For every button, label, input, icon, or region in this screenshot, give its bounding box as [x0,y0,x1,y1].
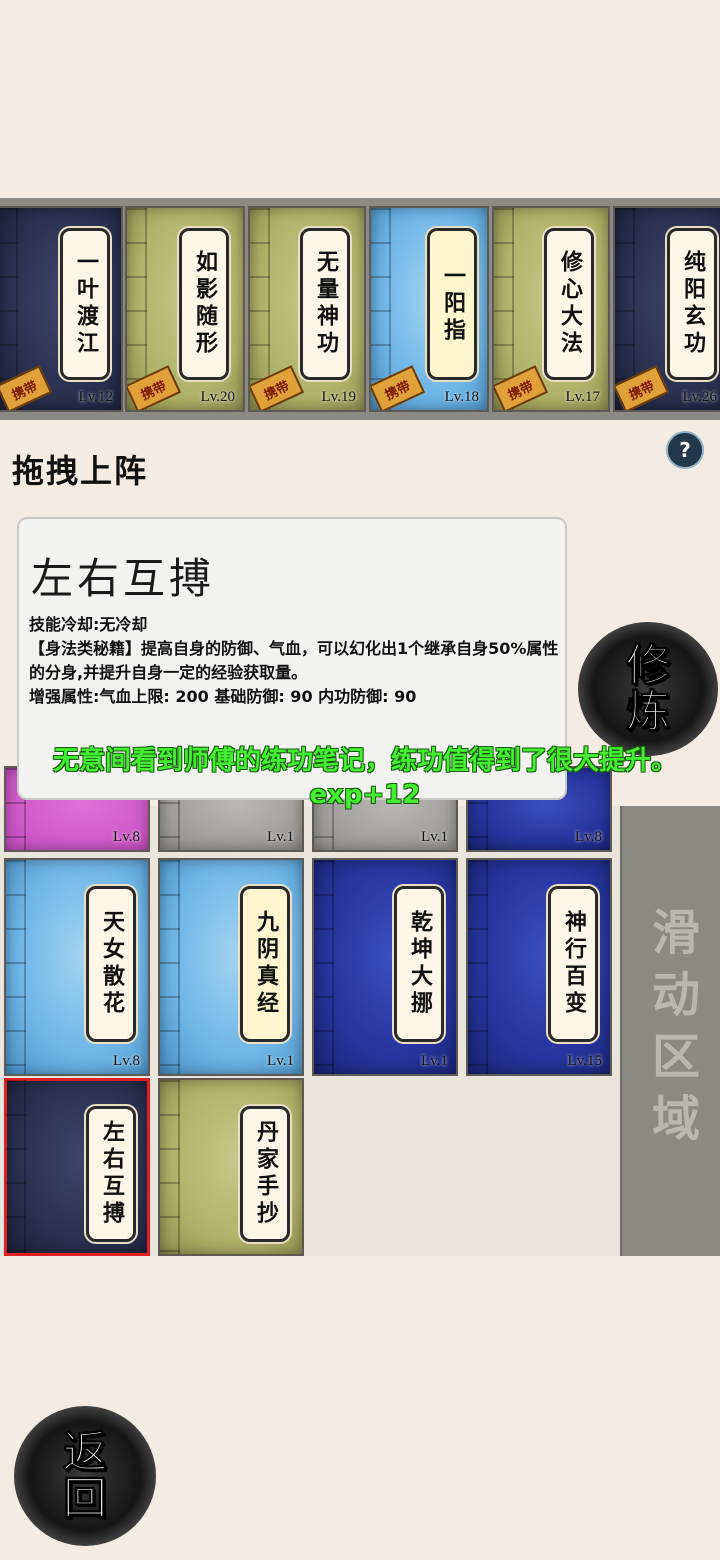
book-title-scroll: 九阴真经 [240,886,290,1042]
book-level: Lv.15 [567,1053,602,1069]
drag-deploy-title: 拖拽上阵 [12,452,149,490]
equipped-book[interactable]: 如影随形 携带 Lv.20 [125,206,245,412]
skill-cooldown: 技能冷却:无冷却 [29,615,148,634]
book-title: 左右互搏 [99,1120,124,1228]
skill-desc: 【身法类秘籍】提高自身的防御、气血，可以幻化出1个继承自身50%属性的分身,并提… [29,639,559,682]
skill-attrs: 增强属性:气血上限: 200 基础防御: 90 内功防御: 90 [29,687,417,706]
book-level: Lv.20 [200,389,235,405]
carry-badge: 携带 [250,365,305,410]
library-book[interactable]: 神行百变 Lv.15 [466,858,612,1076]
cultivate-char: 炼 [626,686,671,737]
book-title-scroll: 如影随形 [179,228,229,380]
book-title-scroll: 神行百变 [548,886,598,1042]
book-level: Lv.17 [565,389,600,405]
book-level: Lv.18 [444,389,479,405]
library-book[interactable]: 天女散花 Lv.8 [4,858,150,1076]
book-title: 神行百变 [561,910,586,1018]
help-button[interactable]: ? [666,431,704,469]
equipped-skill-strip[interactable]: 一叶渡江 携带 Lv.12 如影随形 携带 Lv.20 无量神功 携带 Lv.1… [0,198,720,420]
slide-area-label: 滑动区域 [643,907,699,1155]
book-title-scroll: 纯阳玄功 [667,228,717,380]
exp-notice: 无意间看到师傅的练功笔记，练功值得到了很大提升。exp+12 [52,746,677,810]
carry-badge: 携带 [615,365,670,410]
book-title: 九阴真经 [253,910,278,1018]
carry-badge: 携带 [494,365,549,410]
library-book[interactable]: 丹家手抄 [158,1078,304,1256]
library-book[interactable]: 乾坤大挪 Lv.1 [312,858,458,1076]
book-title-scroll: 天女散花 [86,886,136,1042]
book-title: 天女散花 [99,910,124,1018]
back-char: 返 [63,1427,108,1478]
equipped-book[interactable]: 修心大法 携带 Lv.17 [492,206,610,412]
book-title-scroll: 乾坤大挪 [394,886,444,1042]
book-title: 一叶渡江 [73,250,98,358]
book-level: Lv.1 [421,829,448,845]
book-level: Lv.1 [421,1053,448,1069]
skill-name: 左右互搏 [31,554,216,603]
equipped-book[interactable]: 纯阳玄功 携带 Lv.26 [613,206,720,412]
book-title: 纯阳玄功 [680,250,705,358]
back-char: 回 [63,1473,108,1524]
book-title-scroll: 左右互搏 [86,1106,136,1242]
carry-badge: 携带 [127,365,182,410]
library-book-selected[interactable]: 左右互搏 [4,1078,150,1256]
equipped-book[interactable]: 一阳指 携带 Lv.18 [369,206,489,412]
book-level: Lv.12 [78,389,113,405]
book-title-scroll: 丹家手抄 [240,1106,290,1242]
book-title-scroll: 一阳指 [427,228,477,380]
cultivate-button[interactable]: 修 炼 [578,622,718,756]
book-title: 一阳指 [440,263,465,345]
book-level: Lv.8 [113,1053,140,1069]
book-level: Lv.8 [113,829,140,845]
book-title: 如影随形 [192,250,217,358]
equipped-book[interactable]: 一叶渡江 携带 Lv.12 [0,206,123,412]
library-book[interactable]: 九阴真经 Lv.1 [158,858,304,1076]
book-level: Lv.19 [321,389,356,405]
book-title-scroll: 无量神功 [300,228,350,380]
book-title: 无量神功 [313,250,338,358]
book-title: 乾坤大挪 [407,910,432,1018]
cultivate-char: 修 [626,640,671,691]
slide-area[interactable]: 滑动区域 [620,806,720,1256]
carry-badge: 携带 [0,365,53,410]
book-title: 修心大法 [557,250,582,358]
book-title-scroll: 一叶渡江 [60,228,110,380]
book-level: Lv.1 [267,829,294,845]
book-level: Lv.26 [682,389,717,405]
book-level: Lv.8 [575,829,602,845]
book-level: Lv.1 [267,1053,294,1069]
equipped-book[interactable]: 无量神功 携带 Lv.19 [248,206,366,412]
skill-library-grid[interactable]: Lv.8 Lv.1 Lv.1 Lv.8 天女散花 Lv.8 九阴真经 Lv.1 … [0,766,620,1256]
back-button[interactable]: 返 回 [14,1406,156,1546]
skill-description: 技能冷却:无冷却 【身法类秘籍】提高自身的防御、气血，可以幻化出1个继承自身50… [29,613,559,709]
carry-badge: 携带 [371,365,426,410]
book-title: 丹家手抄 [253,1120,278,1228]
book-title-scroll: 修心大法 [544,228,594,380]
